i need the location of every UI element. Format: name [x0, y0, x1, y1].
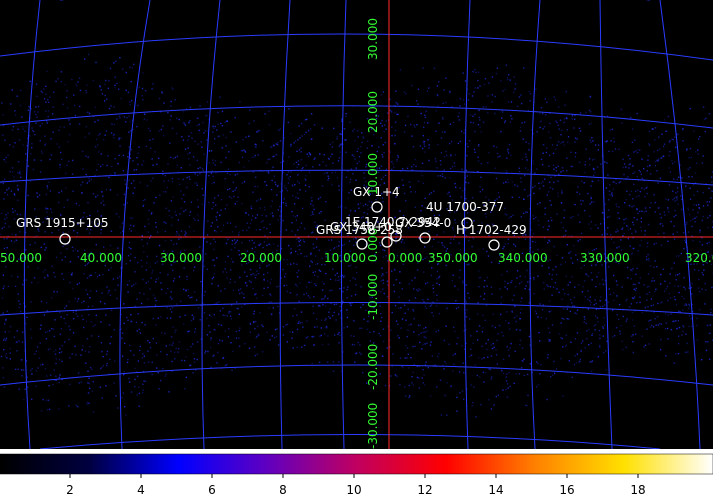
lon-line-30	[202, 0, 220, 449]
colorbar-tick-label: 10	[346, 483, 361, 497]
source-label: GX 340+0	[330, 220, 392, 234]
longitude-label: 20.000	[240, 251, 282, 265]
colorbar-tick-label: 12	[417, 483, 432, 497]
colorbar-tick-label: 16	[559, 483, 574, 497]
colorbar-gradient	[0, 454, 713, 474]
sky-image[interactable]: 50.000 40.000 30.000 20.000 10.000 0.000 350.0…	[0, 0, 713, 449]
source-circle[interactable]	[372, 202, 382, 212]
colorbar-tick-label: 18	[630, 483, 645, 497]
colorbar-tick-label: 4	[137, 483, 145, 497]
lat-line-20	[0, 106, 713, 128]
latitude-label: 20.000	[366, 91, 380, 133]
longitude-label: 10.000	[324, 251, 366, 265]
source-circle[interactable]	[489, 240, 499, 250]
colorbar-tick-label: 6	[208, 483, 216, 497]
source-markers: GX 1+44U 1700-377GRS 1915+1051E 1740.7-2…	[16, 185, 527, 250]
colorbar-tick-label: 8	[279, 483, 287, 497]
longitude-label: 0.000	[388, 251, 422, 265]
lat-line-30	[0, 34, 713, 60]
latitude-label: -10.000	[366, 274, 380, 320]
source-label: H 1702-429	[456, 223, 527, 237]
longitude-label: 340.000	[498, 251, 548, 265]
colorbar-tick-label: 14	[488, 483, 503, 497]
lon-line-20	[280, 0, 290, 449]
lat-line-m10	[0, 303, 713, 316]
latitude-label: -20.000	[366, 344, 380, 390]
source-label: GX 1+4	[353, 185, 400, 199]
latitude-label: 30.000	[366, 18, 380, 60]
longitude-label: 330.000	[580, 251, 630, 265]
lat-line-m20	[0, 365, 713, 385]
latitude-label: -30.000	[366, 403, 380, 449]
source-circle[interactable]	[382, 237, 392, 247]
lon-line-330	[600, 0, 612, 449]
sky-map: 50.000 40.000 30.000 20.000 10.000 0.000 350.0…	[0, 0, 713, 449]
longitude-labels: 50.000 40.000 30.000 20.000 10.000 0.000 350.0…	[0, 251, 713, 265]
colorbar: 2 4 6 8 10 12 14 16 18	[0, 452, 713, 498]
source-label: GRS 1915+105	[16, 216, 109, 230]
source-circle[interactable]	[60, 234, 70, 244]
source-label: GX 354-0	[395, 216, 451, 230]
colorbar-tick-label: 2	[66, 483, 74, 497]
lat-line-10	[0, 170, 713, 185]
longitude-label: 30.000	[160, 251, 202, 265]
longitude-label: 320.000	[685, 251, 713, 265]
lat-line-m30	[40, 435, 660, 450]
colorbar-ticks: 2 4 6 8 10 12 14 16 18	[66, 474, 645, 497]
longitude-label: 50.000	[0, 251, 42, 265]
source-label: 4U 1700-377	[426, 200, 504, 214]
longitude-label: 40.000	[80, 251, 122, 265]
longitude-label: 350.000	[428, 251, 478, 265]
